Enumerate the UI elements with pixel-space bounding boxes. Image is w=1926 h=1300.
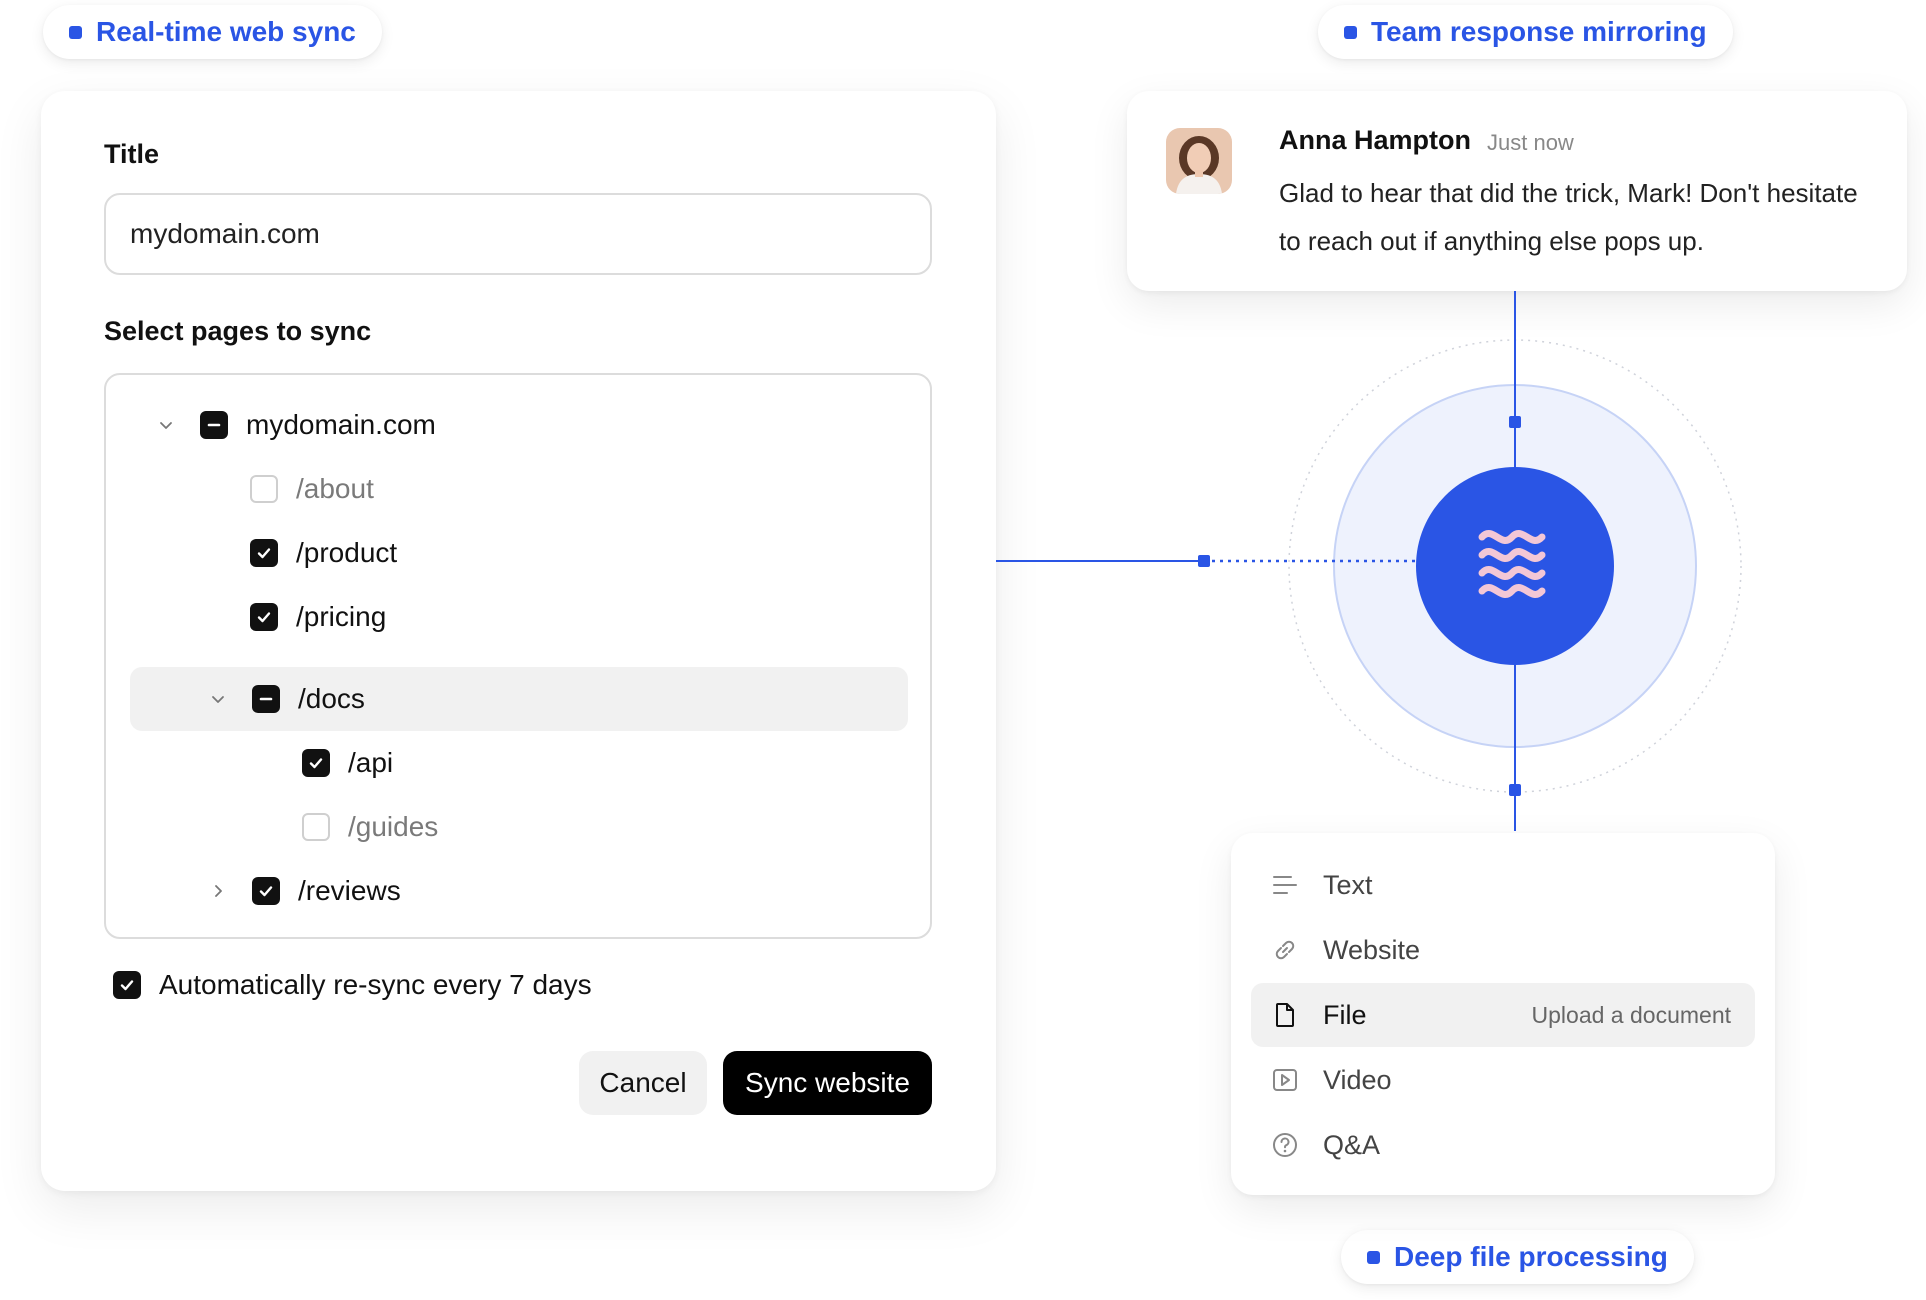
checkbox-indeterminate[interactable] bbox=[200, 411, 228, 439]
menu-item-website[interactable]: Website bbox=[1251, 918, 1755, 982]
message-text: Glad to hear that did the trick, Mark! D… bbox=[1279, 178, 1858, 256]
tree-node-label: /about bbox=[296, 473, 374, 504]
tree-node-about[interactable]: /about bbox=[250, 457, 374, 521]
sender-name: Anna Hampton bbox=[1279, 125, 1471, 155]
hub-circle bbox=[1416, 467, 1614, 665]
menu-item-label: Website bbox=[1323, 934, 1421, 965]
text-lines-icon bbox=[1269, 869, 1301, 901]
connection-diagram bbox=[996, 291, 1742, 831]
connector-node-top bbox=[1509, 416, 1521, 428]
tree-node-guides[interactable]: /guides bbox=[302, 795, 438, 859]
connector-node-bottom bbox=[1509, 784, 1521, 796]
connector-node-left bbox=[1198, 555, 1210, 567]
auto-resync-label: Automatically re-sync every 7 days bbox=[159, 969, 592, 1000]
tree-node-root[interactable]: mydomain.com bbox=[152, 393, 436, 457]
pages-label: Select pages to sync bbox=[104, 316, 372, 346]
chevron-down-icon[interactable] bbox=[204, 685, 232, 713]
badge-label: Real-time web sync bbox=[96, 16, 356, 47]
menu-item-text[interactable]: Text bbox=[1251, 853, 1755, 917]
menu-item-hint: Upload a document bbox=[1531, 1001, 1731, 1028]
tree-node-docs[interactable]: /docs bbox=[204, 667, 365, 731]
title-label: Title bbox=[104, 139, 160, 169]
tree-node-pricing[interactable]: /pricing bbox=[250, 585, 386, 649]
tree-node-label: /reviews bbox=[298, 875, 401, 906]
avatar bbox=[1166, 128, 1232, 194]
badge-dot bbox=[69, 25, 82, 39]
video-play-icon bbox=[1269, 1064, 1301, 1096]
menu-item-qa[interactable]: Q&A bbox=[1251, 1113, 1755, 1177]
badge-label: Deep file processing bbox=[1394, 1241, 1668, 1272]
menu-item-file[interactable]: File Upload a document bbox=[1251, 983, 1755, 1047]
checkbox-checked[interactable] bbox=[250, 603, 278, 631]
badge-real-time-web-sync: Real-time web sync bbox=[43, 5, 382, 59]
checkbox-checked[interactable] bbox=[252, 877, 280, 905]
checkbox-unchecked[interactable] bbox=[302, 813, 330, 841]
menu-item-label: Q&A bbox=[1323, 1129, 1381, 1160]
tree-node-label: /docs bbox=[298, 683, 365, 714]
title-input[interactable] bbox=[104, 193, 932, 275]
tree-node-label: /pricing bbox=[296, 601, 387, 632]
checkbox-checked[interactable] bbox=[250, 539, 278, 567]
tree-node-product[interactable]: /product bbox=[250, 521, 397, 585]
badge-dot bbox=[1344, 25, 1357, 39]
tree-node-label: /api bbox=[348, 747, 394, 778]
menu-item-label: Text bbox=[1323, 869, 1373, 900]
source-type-menu: Text Website File Upload a document Vide… bbox=[1231, 833, 1775, 1195]
auto-resync-option[interactable]: Automatically re-sync every 7 days bbox=[113, 969, 592, 1001]
badge-deep-file-processing: Deep file processing bbox=[1341, 1230, 1694, 1284]
tree-node-api[interactable]: /api bbox=[302, 731, 393, 795]
checkbox-unchecked[interactable] bbox=[250, 475, 278, 503]
chevron-right-icon[interactable] bbox=[204, 877, 232, 905]
badge-dot bbox=[1367, 1250, 1380, 1264]
tree-node-label: /guides bbox=[348, 811, 439, 842]
chat-message-card: Anna Hampton Just now Glad to hear that … bbox=[1127, 91, 1907, 291]
question-circle-icon bbox=[1269, 1129, 1301, 1161]
message-timestamp: Just now bbox=[1487, 130, 1574, 155]
checkbox-checked[interactable] bbox=[302, 749, 330, 777]
link-icon bbox=[1269, 934, 1301, 966]
tree-node-label: /product bbox=[296, 537, 398, 568]
tree-node-label: mydomain.com bbox=[246, 409, 436, 440]
auto-resync-checkbox[interactable] bbox=[113, 971, 141, 999]
cancel-button[interactable]: Cancel bbox=[579, 1051, 707, 1115]
badge-team-response-mirroring: Team response mirroring bbox=[1318, 5, 1733, 59]
badge-label: Team response mirroring bbox=[1371, 16, 1707, 47]
file-icon bbox=[1269, 999, 1301, 1031]
tree-node-reviews[interactable]: /reviews bbox=[204, 859, 401, 923]
chevron-down-icon[interactable] bbox=[152, 411, 180, 439]
menu-item-video[interactable]: Video bbox=[1251, 1048, 1755, 1112]
menu-item-label: File bbox=[1323, 999, 1367, 1030]
page-tree: mydomain.com /about /product /pricing /d… bbox=[104, 373, 932, 939]
checkbox-indeterminate[interactable] bbox=[252, 685, 280, 713]
menu-item-label: Video bbox=[1323, 1064, 1392, 1095]
sync-form-panel: Title Select pages to sync mydomain.com … bbox=[41, 91, 996, 1191]
sync-website-button[interactable]: Sync website bbox=[723, 1051, 932, 1115]
